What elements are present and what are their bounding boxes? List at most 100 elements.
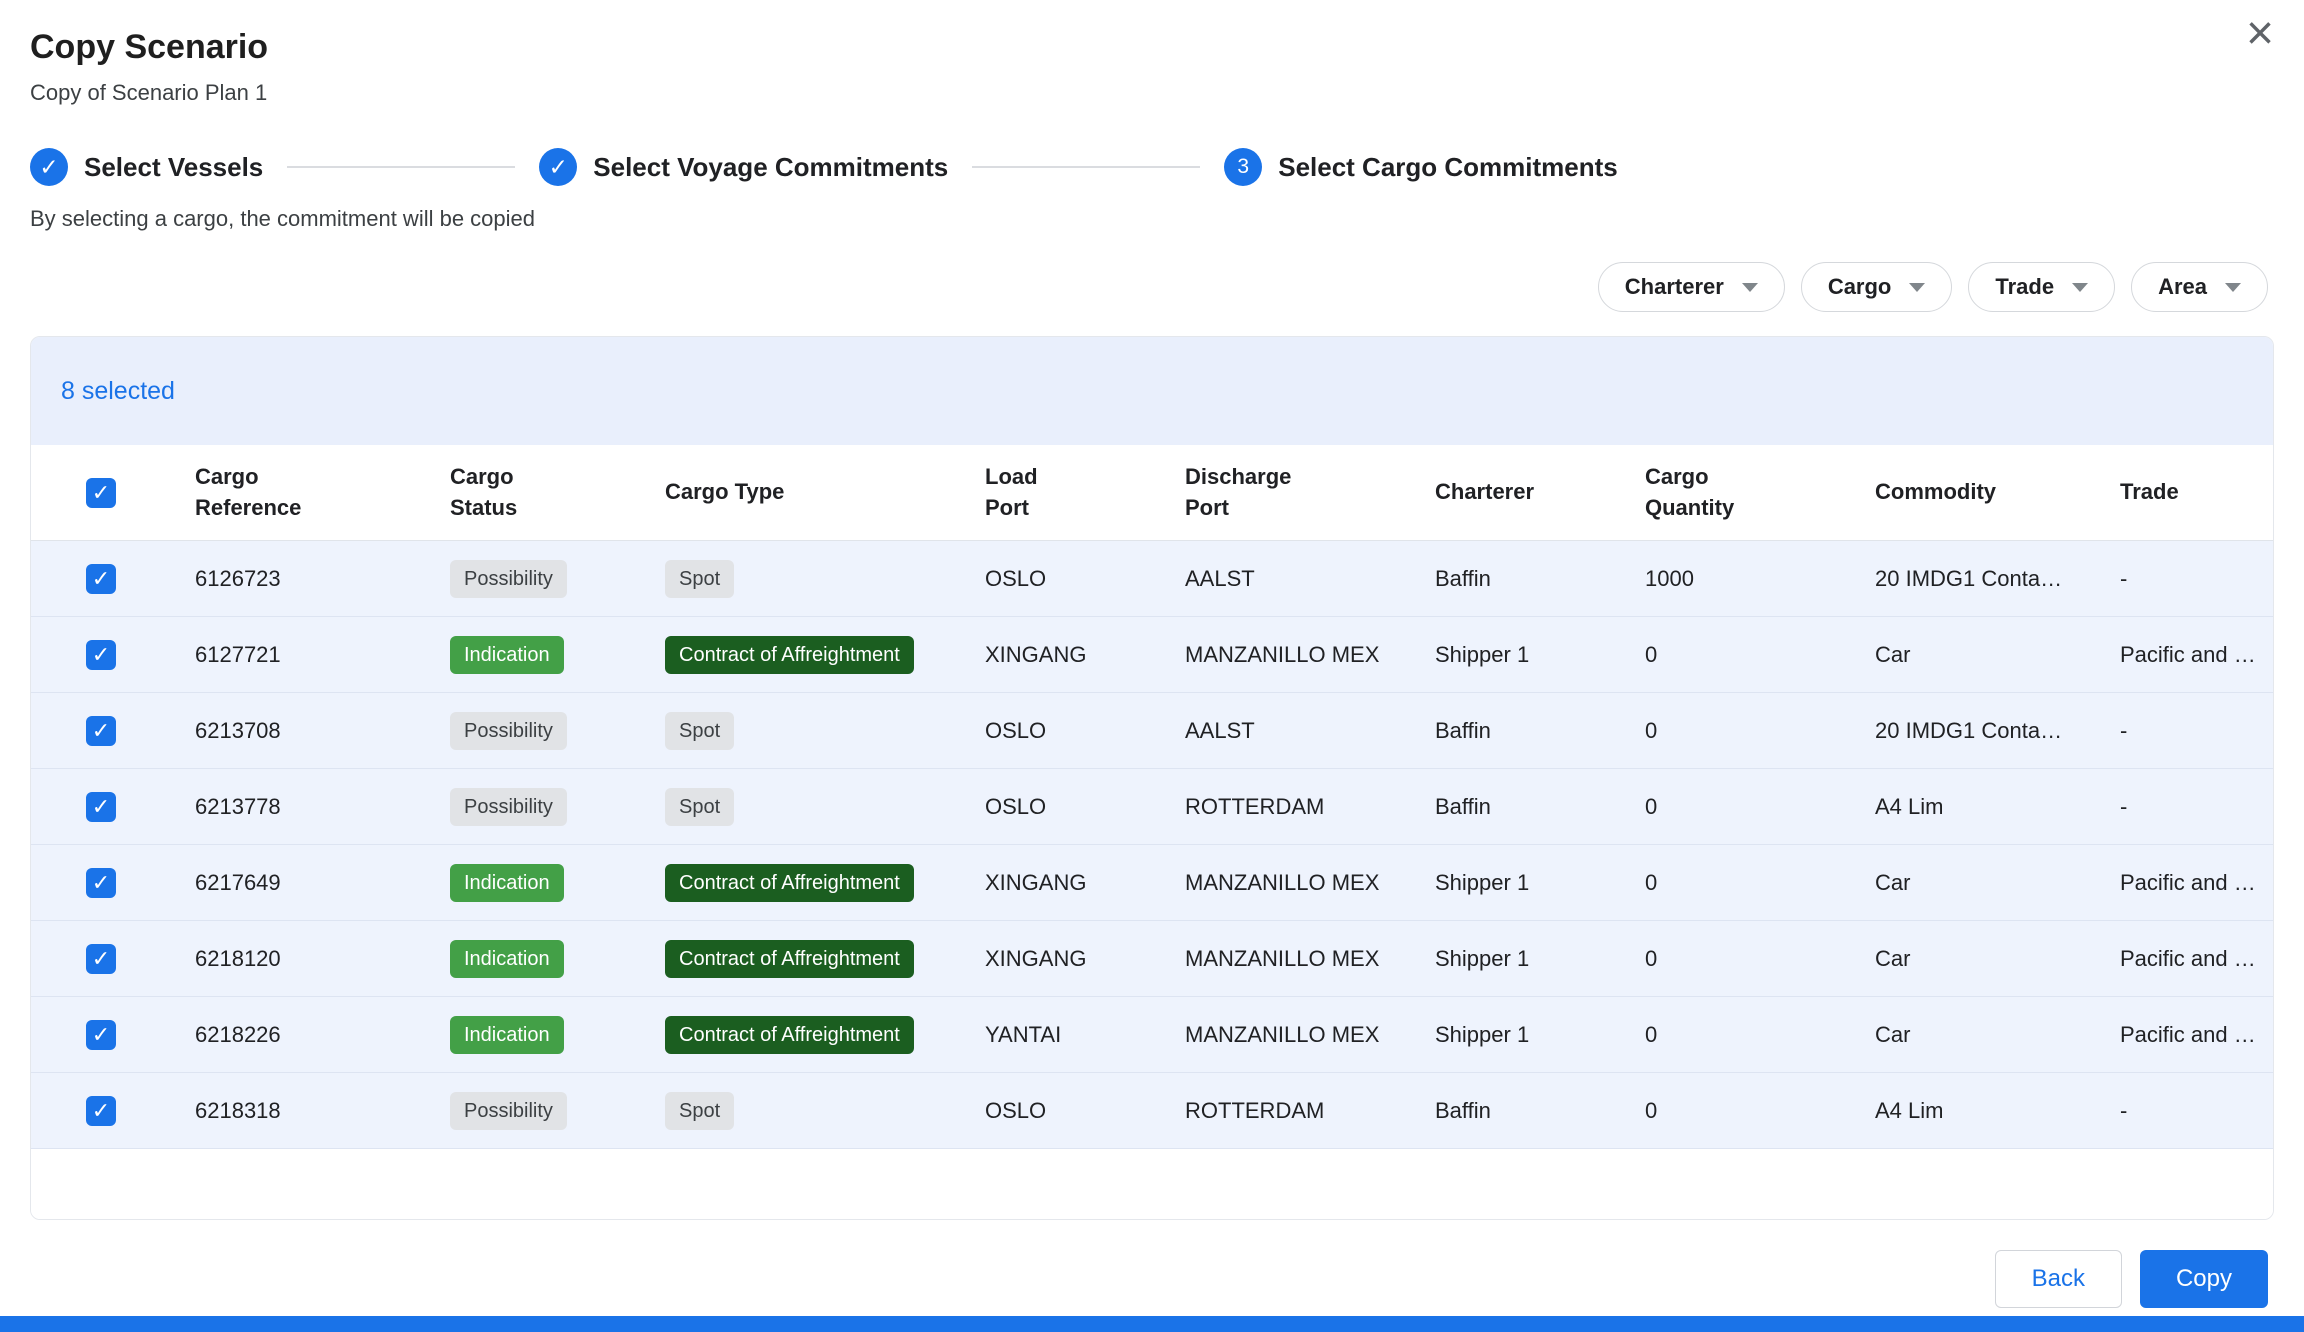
cell-commodity: Car bbox=[1851, 1022, 2096, 1048]
step-number-icon: 3 bbox=[1224, 148, 1262, 186]
cell-cargo-quantity: 0 bbox=[1621, 642, 1851, 668]
step-select-voyage-commitments[interactable]: ✓ Select Voyage Commitments bbox=[539, 148, 948, 186]
table-empty-area bbox=[31, 1149, 2273, 1219]
table-row[interactable]: ✓ 6126723 Possibility Spot OSLO AALST Ba… bbox=[31, 541, 2273, 617]
cell-load-port: XINGANG bbox=[961, 642, 1161, 668]
copy-button[interactable]: Copy bbox=[2140, 1250, 2268, 1308]
cargo-type-badge: Contract of Affreightment bbox=[665, 940, 914, 978]
cell-commodity: 20 IMDG1 Conta… bbox=[1851, 718, 2096, 744]
cell-commodity: Car bbox=[1851, 642, 2096, 668]
table-row[interactable]: ✓ 6213778 Possibility Spot OSLO ROTTERDA… bbox=[31, 769, 2273, 845]
cell-cargo-quantity: 0 bbox=[1621, 1098, 1851, 1124]
stepper: ✓ Select Vessels ✓ Select Voyage Commitm… bbox=[0, 148, 2304, 186]
header-commodity: Commodity bbox=[1851, 477, 2096, 508]
cargo-status-badge: Possibility bbox=[450, 560, 567, 598]
cell-cargo-quantity: 0 bbox=[1621, 718, 1851, 744]
cell-charterer: Baffin bbox=[1411, 1098, 1621, 1124]
filter-cargo[interactable]: Cargo bbox=[1801, 262, 1953, 312]
cargo-type-badge: Spot bbox=[665, 1092, 734, 1130]
back-button[interactable]: Back bbox=[1995, 1250, 2122, 1308]
check-icon: ✓ bbox=[92, 948, 110, 970]
table-row[interactable]: ✓ 6218120 Indication Contract of Affreig… bbox=[31, 921, 2273, 997]
step-complete-icon: ✓ bbox=[30, 148, 68, 186]
step-select-vessels[interactable]: ✓ Select Vessels bbox=[30, 148, 263, 186]
bottom-accent-bar bbox=[0, 1316, 2304, 1332]
cell-commodity: Car bbox=[1851, 870, 2096, 896]
cell-cargo-reference: 6218226 bbox=[171, 1022, 426, 1048]
cell-cargo-reference: 6218120 bbox=[171, 946, 426, 972]
cell-cargo-quantity: 0 bbox=[1621, 794, 1851, 820]
step-label: Select Vessels bbox=[84, 152, 263, 183]
row-checkbox[interactable]: ✓ bbox=[86, 640, 116, 670]
check-icon: ✓ bbox=[92, 796, 110, 818]
cargo-status-badge: Possibility bbox=[450, 1092, 567, 1130]
cell-trade: Pacific and So… bbox=[2096, 870, 2273, 896]
table-row[interactable]: ✓ 6213708 Possibility Spot OSLO AALST Ba… bbox=[31, 693, 2273, 769]
table-header-row: ✓ Cargo Reference Cargo Status Cargo Typ… bbox=[31, 445, 2273, 541]
row-checkbox[interactable]: ✓ bbox=[86, 868, 116, 898]
header-discharge-port: Discharge Port bbox=[1161, 462, 1411, 524]
cargo-status-badge: Indication bbox=[450, 636, 564, 674]
table-row[interactable]: ✓ 6218318 Possibility Spot OSLO ROTTERDA… bbox=[31, 1073, 2273, 1149]
selected-count[interactable]: 8 selected bbox=[61, 377, 175, 406]
close-icon[interactable]: × bbox=[2246, 10, 2274, 58]
cell-load-port: OSLO bbox=[961, 718, 1161, 744]
header-cargo-status: Cargo Status bbox=[426, 462, 641, 524]
cell-cargo-quantity: 0 bbox=[1621, 946, 1851, 972]
check-icon: ✓ bbox=[39, 154, 58, 181]
check-icon: ✓ bbox=[92, 482, 110, 504]
cell-load-port: XINGANG bbox=[961, 870, 1161, 896]
cell-charterer: Baffin bbox=[1411, 794, 1621, 820]
check-icon: ✓ bbox=[92, 872, 110, 894]
cell-trade: Pacific and So… bbox=[2096, 642, 2273, 668]
row-checkbox[interactable]: ✓ bbox=[86, 1020, 116, 1050]
cell-trade: - bbox=[2096, 1098, 2273, 1124]
check-icon: ✓ bbox=[92, 720, 110, 742]
header-load-port: Load Port bbox=[961, 462, 1161, 524]
cell-discharge-port: MANZANILLO MEX bbox=[1161, 642, 1411, 668]
header-cargo-type: Cargo Type bbox=[641, 477, 961, 508]
cell-discharge-port: MANZANILLO MEX bbox=[1161, 870, 1411, 896]
row-checkbox[interactable]: ✓ bbox=[86, 564, 116, 594]
filter-area[interactable]: Area bbox=[2131, 262, 2268, 312]
cargo-type-badge: Contract of Affreightment bbox=[665, 636, 914, 674]
cell-load-port: XINGANG bbox=[961, 946, 1161, 972]
check-icon: ✓ bbox=[92, 1024, 110, 1046]
cell-discharge-port: MANZANILLO MEX bbox=[1161, 946, 1411, 972]
chevron-down-icon bbox=[1909, 283, 1925, 292]
table-row[interactable]: ✓ 6127721 Indication Contract of Affreig… bbox=[31, 617, 2273, 693]
cell-cargo-reference: 6213708 bbox=[171, 718, 426, 744]
cell-trade: - bbox=[2096, 566, 2273, 592]
chevron-down-icon bbox=[2225, 283, 2241, 292]
filter-label: Trade bbox=[1995, 274, 2054, 300]
filter-trade[interactable]: Trade bbox=[1968, 262, 2115, 312]
step-select-cargo-commitments[interactable]: 3 Select Cargo Commitments bbox=[1224, 148, 1618, 186]
selection-toolbar: 8 selected bbox=[31, 337, 2273, 445]
step-connector bbox=[287, 166, 515, 168]
dialog-subtitle: Copy of Scenario Plan 1 bbox=[30, 80, 2268, 106]
row-checkbox[interactable]: ✓ bbox=[86, 792, 116, 822]
filter-label: Charterer bbox=[1625, 274, 1724, 300]
row-checkbox[interactable]: ✓ bbox=[86, 944, 116, 974]
cell-charterer: Shipper 1 bbox=[1411, 870, 1621, 896]
check-icon: ✓ bbox=[92, 1100, 110, 1122]
chevron-down-icon bbox=[2072, 283, 2088, 292]
row-checkbox[interactable]: ✓ bbox=[86, 1096, 116, 1126]
filter-charterer[interactable]: Charterer bbox=[1598, 262, 1785, 312]
cell-discharge-port: ROTTERDAM bbox=[1161, 794, 1411, 820]
table-row[interactable]: ✓ 6217649 Indication Contract of Affreig… bbox=[31, 845, 2273, 921]
cell-commodity: Car bbox=[1851, 946, 2096, 972]
cell-cargo-reference: 6217649 bbox=[171, 870, 426, 896]
row-checkbox[interactable]: ✓ bbox=[86, 716, 116, 746]
cell-charterer: Baffin bbox=[1411, 566, 1621, 592]
cell-charterer: Shipper 1 bbox=[1411, 642, 1621, 668]
cell-load-port: OSLO bbox=[961, 1098, 1161, 1124]
cargo-commitments-table: 8 selected ✓ Cargo Reference Cargo Statu… bbox=[30, 336, 2274, 1220]
select-all-checkbox[interactable]: ✓ bbox=[86, 478, 116, 508]
cell-discharge-port: MANZANILLO MEX bbox=[1161, 1022, 1411, 1048]
cell-cargo-reference: 6126723 bbox=[171, 566, 426, 592]
table-row[interactable]: ✓ 6218226 Indication Contract of Affreig… bbox=[31, 997, 2273, 1073]
cell-trade: - bbox=[2096, 794, 2273, 820]
cell-cargo-quantity: 0 bbox=[1621, 1022, 1851, 1048]
cell-load-port: YANTAI bbox=[961, 1022, 1161, 1048]
